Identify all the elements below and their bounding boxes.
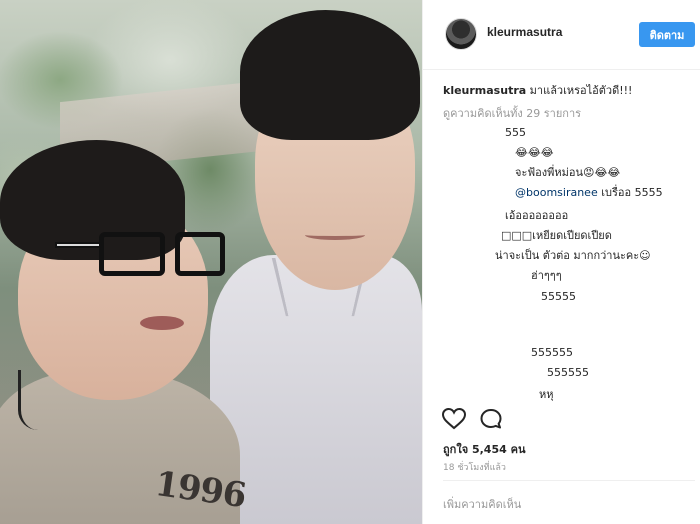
comment: 555 (505, 126, 526, 139)
comment: 555555 (547, 366, 589, 379)
comment-text: เบรื่ออ 5555 (601, 186, 663, 199)
glasses-lens-right (175, 232, 225, 276)
post-header: kleurmasutra ติดตาม (423, 0, 700, 70)
right-person-smile (305, 230, 365, 240)
comment-list: 555 😂😂😂 จะฟ้องพี่หม่อน😡😂😂 @boomsiranee เ… (443, 124, 695, 402)
glasses-arm (55, 242, 101, 248)
post-timestamp[interactable]: 18 ชั่วโมงที่แล้ว (443, 460, 506, 474)
comment: หหุ (539, 388, 554, 401)
left-person-glasses (55, 232, 225, 280)
comment: 😂😂😂 (515, 146, 554, 159)
heart-icon[interactable] (442, 408, 466, 430)
caption-username[interactable]: kleurmasutra (443, 84, 526, 97)
follow-button[interactable]: ติดตาม (639, 22, 695, 47)
likes-count[interactable]: ถูกใจ 5,454 คน (443, 440, 525, 458)
comment: น่าจะเป็น ตัวต่อ มากกว่านะคะ☺ (495, 249, 651, 262)
comment: □□□เหยียดเปียดเปียด (501, 229, 612, 242)
comment-mention-link[interactable]: @boomsiranee (515, 186, 598, 199)
comment: จะฟ้องพี่หม่อน😡😂😂 (515, 166, 621, 179)
comment: ฮ่าๆๆๆ (531, 269, 562, 282)
action-bar (423, 402, 700, 436)
username-link[interactable]: kleurmasutra (487, 25, 562, 39)
comment-icon[interactable] (479, 408, 503, 430)
comment: เอ้ออออออออ (505, 209, 569, 222)
comment: 555555 (531, 346, 573, 359)
post-caption: kleurmasutra มาแล้วเหรอไอ้ตัวดี!!! (443, 83, 695, 98)
caption-text: มาแล้วเหรอไอ้ตัวดี!!! (529, 84, 633, 97)
divider (443, 480, 695, 481)
add-comment-input[interactable]: เพิ่มความคิดเห็น (443, 495, 521, 513)
glasses-lens-left (99, 232, 165, 276)
comment: @boomsiranee เบรื่ออ 5555 (515, 186, 663, 200)
left-person-mouth (140, 316, 184, 330)
left-person-necklace (18, 370, 48, 430)
post-sidebar: kleurmasutra ติดตาม kleurmasutra มาแล้วเ… (422, 0, 700, 524)
comment: 55555 (541, 290, 576, 303)
post-photo[interactable]: 1996 (0, 0, 422, 524)
view-all-comments-link[interactable]: ดูความคิดเห็นทั้ง 29 รายการ (443, 104, 581, 122)
avatar[interactable] (445, 18, 477, 50)
right-person-hair (240, 10, 420, 140)
